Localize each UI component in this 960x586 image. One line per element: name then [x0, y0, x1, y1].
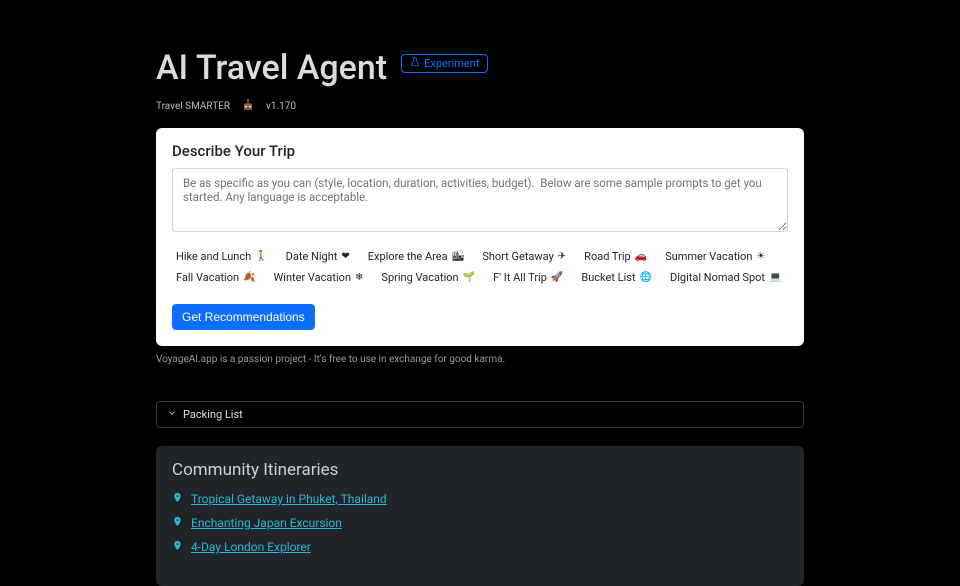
plane-icon: ✈ [558, 251, 566, 262]
chip-label: Date Night [286, 250, 338, 263]
hiker-icon: 🚶 [255, 251, 267, 262]
heart-icon: ❤ [341, 251, 349, 262]
chip-label: Hike and Lunch [176, 250, 251, 263]
prompt-chip[interactable]: Hike and Lunch 🚶 [176, 250, 268, 263]
packing-list-label: Packing List [183, 408, 243, 421]
itinerary-item: 4-Day London Explorer [172, 540, 788, 554]
disclaimer-text: VoyageAI.app is a passion project - It's… [156, 354, 804, 365]
chip-label: Explore the Area [368, 250, 448, 263]
chip-label: Road Trip [584, 250, 631, 263]
itinerary-link[interactable]: 4-Day London Explorer [191, 540, 311, 554]
snowflake-icon: ❄ [355, 272, 363, 283]
community-itineraries-panel: Community Itineraries Tropical Getaway i… [156, 446, 804, 586]
chip-label: Short Getaway [482, 250, 553, 263]
version-label: v1.170 [266, 101, 296, 112]
seedling-icon: 🌱 [463, 272, 475, 283]
itinerary-link[interactable]: Tropical Getaway in Phuket, Thailand [191, 492, 387, 506]
map-pin-icon [172, 492, 183, 506]
describe-trip-card: Describe Your Trip Hike and Lunch 🚶 Date N… [156, 128, 804, 346]
prompt-chip[interactable]: Bucket List 🌐 [581, 271, 652, 284]
rocket-icon: 🚀 [551, 272, 563, 283]
prompt-chip[interactable]: Winter Vacation❄ [274, 271, 364, 284]
prompt-chip[interactable]: Summer Vacation ☀ [665, 250, 765, 263]
community-heading: Community Itineraries [172, 460, 788, 480]
chip-label: Bucket List [581, 271, 635, 284]
prompt-chip[interactable]: Short Getaway ✈ [482, 250, 566, 263]
prompt-chip[interactable]: F' It All Trip 🚀 [493, 271, 563, 284]
globe-icon: 🌐 [640, 272, 652, 283]
chip-label: Digital Nomad Spot [670, 271, 765, 284]
page-title: AI Travel Agent [156, 48, 387, 88]
flask-icon [410, 57, 420, 70]
prompt-chip[interactable]: Date Night❤ [286, 250, 350, 263]
leaf-icon: 🍂 [243, 272, 255, 283]
itinerary-link[interactable]: Enchanting Japan Excursion [191, 516, 342, 530]
chip-label: Spring Vacation [381, 271, 458, 284]
trip-description-input[interactable] [172, 168, 788, 232]
prompt-chip[interactable]: Fall Vacation 🍂 [176, 271, 256, 284]
map-pin-icon [172, 540, 183, 554]
itinerary-item: Enchanting Japan Excursion [172, 516, 788, 530]
slogan: Travel SMARTER [156, 101, 230, 112]
describe-heading: Describe Your Trip [172, 142, 788, 160]
chip-label: Summer Vacation [665, 250, 752, 263]
experiment-badge-label: Experiment [424, 57, 479, 70]
city-icon: 🏙 [452, 251, 465, 262]
robot-icon [240, 98, 256, 114]
prompt-chip[interactable]: Explore the Area 🏙 [368, 250, 465, 263]
chevron-down-icon [167, 408, 177, 421]
itinerary-item: Tropical Getaway in Phuket, Thailand [172, 492, 788, 506]
packing-list-accordion[interactable]: Packing List [156, 401, 804, 428]
sun-icon: ☀ [756, 251, 765, 262]
get-recommendations-button[interactable]: Get Recommendations [172, 304, 315, 330]
car-icon: 🚗 [635, 251, 647, 262]
chip-label: Winter Vacation [274, 271, 352, 284]
laptop-icon: 💻 [769, 272, 781, 283]
prompt-chip[interactable]: Digital Nomad Spot 💻 [670, 271, 781, 284]
chip-label: Fall Vacation [176, 271, 239, 284]
chip-label: F' It All Trip [493, 271, 547, 284]
map-pin-icon [172, 516, 183, 530]
experiment-badge[interactable]: Experiment [401, 54, 488, 73]
prompt-chip[interactable]: Spring Vacation 🌱 [381, 271, 475, 284]
prompt-chip[interactable]: Road Trip 🚗 [584, 250, 647, 263]
